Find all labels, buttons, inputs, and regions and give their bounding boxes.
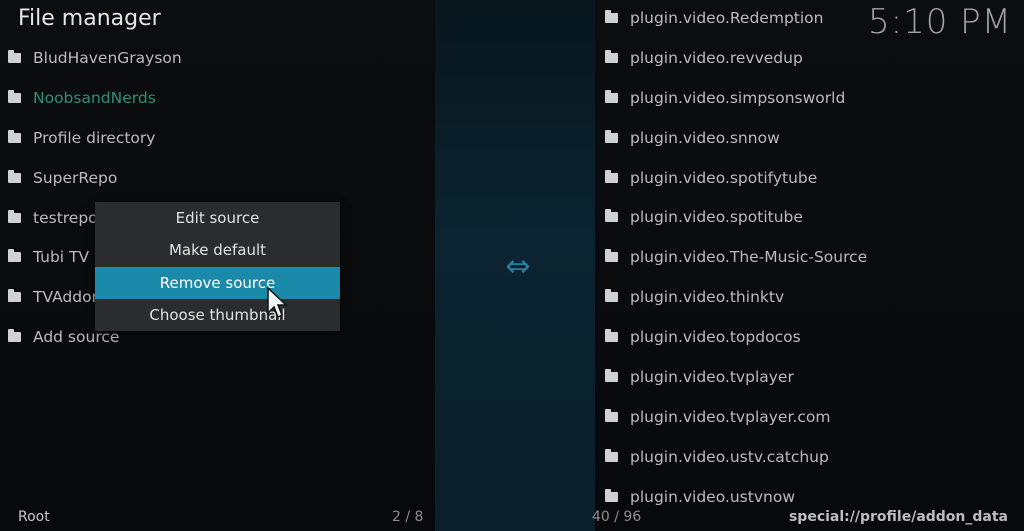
list-item[interactable]: plugin.video.spotifytube xyxy=(605,158,867,198)
list-item-label: SuperRepo xyxy=(33,168,118,187)
list-item-label: testrepo xyxy=(33,208,98,227)
list-item-label: plugin.video.snnow xyxy=(630,128,780,147)
list-item-label: Tubi TV xyxy=(33,248,90,267)
list-item-label: plugin.video.simpsonsworld xyxy=(630,88,846,107)
folder-icon xyxy=(605,89,618,103)
footer-left-label: Root xyxy=(18,509,50,525)
mouse-pointer-icon xyxy=(267,286,288,319)
list-item-label: plugin.video.topdocos xyxy=(630,328,801,347)
list-item[interactable]: plugin.video.ustv.catchup xyxy=(605,437,867,477)
list-item-superrepo[interactable]: SuperRepo xyxy=(8,158,182,198)
list-item-label: plugin.video.spotifytube xyxy=(630,168,818,187)
folder-icon xyxy=(605,289,618,303)
list-item-label: plugin.video.spotitube xyxy=(630,208,803,227)
folder-icon xyxy=(605,408,618,422)
list-item-label: plugin.video.thinktv xyxy=(630,288,785,307)
folder-icon xyxy=(8,129,21,143)
list-item[interactable]: plugin.video.simpsonsworld xyxy=(605,78,867,118)
folder-icon xyxy=(605,49,618,63)
list-item-label: plugin.video.The-Music-Source xyxy=(630,248,868,267)
right-folder-list: plugin.video.Redemption plugin.video.rev… xyxy=(605,0,867,517)
menu-item-choose-thumbnail[interactable]: Choose thumbnail xyxy=(95,299,340,331)
folder-icon xyxy=(8,209,21,223)
list-item[interactable]: plugin.video.tvplayer.com xyxy=(605,397,867,437)
folder-icon xyxy=(8,49,21,63)
folder-icon xyxy=(605,368,618,382)
menu-item-remove-source[interactable]: Remove source xyxy=(95,266,340,299)
footer-left-count: 2 / 8 xyxy=(392,509,424,525)
list-item[interactable]: plugin.video.thinktv xyxy=(605,277,867,317)
folder-icon xyxy=(605,249,618,263)
menu-item-edit-source[interactable]: Edit source xyxy=(95,202,340,234)
list-item-label: Profile directory xyxy=(33,128,156,147)
folder-icon xyxy=(605,169,618,183)
footer-right-count: 40 / 96 xyxy=(592,509,642,525)
folder-icon xyxy=(605,9,618,23)
list-item-label: NoobsandNerds xyxy=(33,88,156,107)
footer-bar: Root 2 / 8 40 / 96 special://profile/add… xyxy=(0,503,1024,531)
folder-icon xyxy=(8,289,21,303)
list-item-label: plugin.video.tvplayer xyxy=(630,367,794,386)
folder-icon xyxy=(605,129,618,143)
list-item[interactable]: plugin.video.tvplayer xyxy=(605,357,867,397)
folder-icon xyxy=(605,209,618,223)
swap-arrows-icon: ⇔ xyxy=(505,249,531,284)
footer-right-path: special://profile/addon_data xyxy=(788,509,1008,525)
list-item-profile-directory[interactable]: Profile directory xyxy=(8,118,182,158)
list-item-label: plugin.video.ustv.catchup xyxy=(630,447,829,466)
folder-icon xyxy=(8,89,21,103)
page-title: File manager xyxy=(18,6,161,31)
folder-icon xyxy=(8,329,21,343)
list-item-label: BludHavenGrayson xyxy=(33,48,182,67)
list-item[interactable]: plugin.video.topdocos xyxy=(605,317,867,357)
menu-item-make-default[interactable]: Make default xyxy=(95,234,340,266)
list-item-label: plugin.video.tvplayer.com xyxy=(630,407,831,426)
list-item-bludhavengrayson[interactable]: BludHavenGrayson xyxy=(8,38,182,78)
folder-icon xyxy=(8,169,21,183)
list-item-noobsandnerds[interactable]: NoobsandNerds xyxy=(8,78,182,118)
clock: 5:10 PM xyxy=(868,2,1012,42)
list-item[interactable]: plugin.video.revvedup xyxy=(605,38,867,78)
folder-icon xyxy=(605,448,618,462)
folder-icon xyxy=(605,329,618,343)
folder-icon xyxy=(605,488,618,502)
list-item[interactable]: plugin.video.Redemption xyxy=(605,0,867,38)
list-item-label: plugin.video.revvedup xyxy=(630,48,803,67)
list-item[interactable]: plugin.video.The-Music-Source xyxy=(605,237,867,277)
list-item[interactable]: plugin.video.spotitube xyxy=(605,197,867,237)
folder-icon xyxy=(8,249,21,263)
list-item[interactable]: plugin.video.snnow xyxy=(605,118,867,158)
context-menu: Edit source Make default Remove source C… xyxy=(95,202,340,331)
list-item-label: plugin.video.Redemption xyxy=(630,8,824,27)
